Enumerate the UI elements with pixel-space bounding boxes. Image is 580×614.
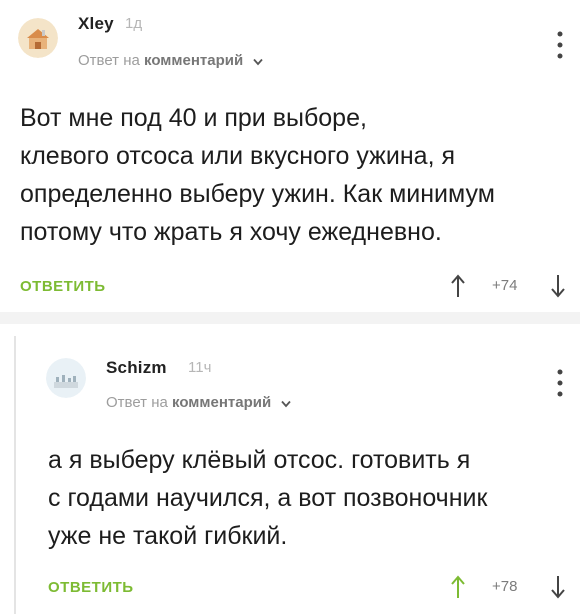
upvote-arrow-icon[interactable] <box>450 274 466 303</box>
text-line: с годами научился, а вот позвоночник <box>48 484 488 512</box>
reply-target: комментарий <box>144 52 244 69</box>
reply-button[interactable]: ОТВЕТИТЬ <box>20 278 106 295</box>
reply-prefix: Ответ на <box>106 394 168 411</box>
chevron-down-icon <box>281 395 292 412</box>
more-options-icon[interactable] <box>556 368 564 398</box>
rating-score: +78 <box>492 578 518 595</box>
comment-time: 11ч <box>188 359 212 376</box>
chevron-down-icon <box>253 53 264 70</box>
reply-to-link[interactable]: Ответ на комментарий <box>106 394 292 412</box>
vote-control: +74 <box>450 274 570 298</box>
reply-prefix: Ответ на <box>78 52 140 69</box>
comment: Xley 1д Ответ на комментарий Вот мне под… <box>0 0 580 312</box>
text-line: клевого отсоса или вкусного ужина, я <box>20 142 456 170</box>
comment-time: 1д <box>125 15 143 32</box>
comment-text: а я выберу клёвый отсос. готовить я с го… <box>48 441 487 555</box>
rating-score: +74 <box>492 277 518 294</box>
text-line: а я выберу клёвый отсос. готовить я <box>48 446 471 474</box>
text-line: потому что жрать я хочу ежедневно. <box>20 218 442 246</box>
comments-page: Xley 1д Ответ на комментарий Вот мне под… <box>0 0 580 614</box>
text-line: определенно выберу ужин. Как минимум <box>20 180 495 208</box>
text-line: уже не такой гибкий. <box>48 522 288 550</box>
text-line: Вот мне под 40 и при выборе, <box>20 104 367 132</box>
more-options-icon[interactable] <box>556 30 564 60</box>
username[interactable]: Xley <box>78 14 114 34</box>
reply-target: комментарий <box>172 394 272 411</box>
comment-text: Вот мне под 40 и при выборе, клевого отс… <box>20 99 495 251</box>
reply-to-link[interactable]: Ответ на комментарий <box>78 52 264 70</box>
downvote-arrow-icon[interactable] <box>550 575 566 604</box>
upvote-arrow-icon[interactable] <box>450 575 466 604</box>
comment-separator <box>0 312 580 324</box>
username[interactable]: Schizm <box>106 358 167 378</box>
downvote-arrow-icon[interactable] <box>550 274 566 303</box>
avatar[interactable] <box>46 358 86 398</box>
reply-button[interactable]: ОТВЕТИТЬ <box>48 579 134 596</box>
avatar[interactable] <box>18 18 58 58</box>
vote-control: +78 <box>450 575 570 599</box>
comment: Schizm 11ч Ответ на комментарий а я выбе… <box>0 324 580 614</box>
